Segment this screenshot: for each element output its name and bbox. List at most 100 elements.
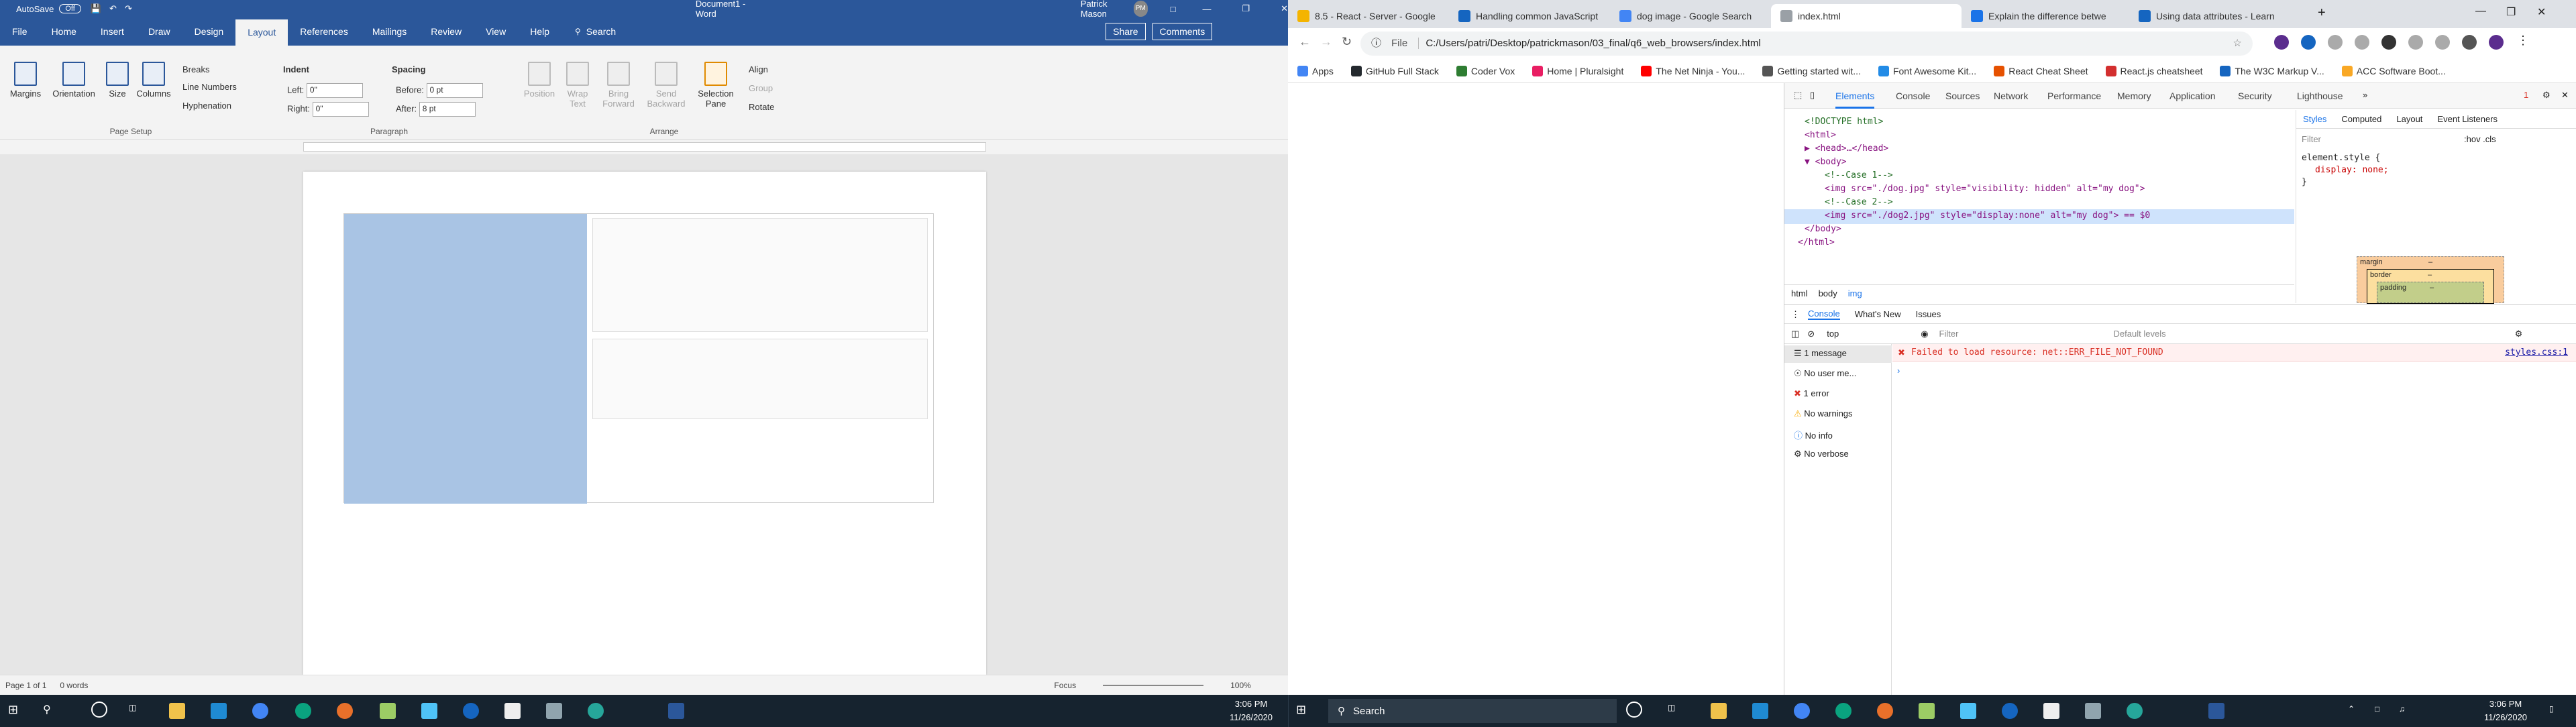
drawer-tab-whats-new[interactable]: What's New	[1855, 309, 1901, 319]
dom-node[interactable]: <!--Case 1-->	[1825, 170, 1893, 180]
dom-node[interactable]: <html>	[1805, 130, 1836, 140]
dom-node[interactable]: <img src="./dog.jpg" style="visibility: …	[1825, 184, 2145, 194]
close-icon[interactable]: ✕	[2537, 5, 2546, 19]
dom-node[interactable]: </html>	[1798, 237, 1835, 247]
browser-tab[interactable]: dog image - Google Search	[1610, 4, 1771, 28]
breadcrumb-item[interactable]: html	[1791, 288, 1808, 298]
system-clock[interactable]: 3:06 PM 11/26/2020	[1221, 697, 1281, 724]
tab-references[interactable]: References	[288, 17, 360, 46]
vscode-icon[interactable]	[1752, 703, 1768, 719]
device-toolbar-icon[interactable]: ▯	[1810, 90, 1815, 101]
cortana-icon[interactable]	[91, 702, 107, 718]
box-model-padding[interactable]: padding –	[2377, 282, 2484, 303]
app-icon[interactable]	[2085, 703, 2101, 719]
app-icon[interactable]	[504, 703, 521, 719]
dom-node[interactable]: </body>	[1805, 224, 1841, 234]
system-clock[interactable]: 3:06 PM 11/26/2020	[2475, 697, 2536, 724]
file-explorer-icon[interactable]	[1711, 703, 1727, 719]
zoom-slider[interactable]	[1103, 684, 1204, 686]
dom-node[interactable]: <!--Case 2-->	[1825, 197, 1893, 207]
indent-right-input[interactable]: 0"	[312, 102, 369, 117]
pasted-screenshot-image[interactable]	[343, 213, 934, 504]
task-view-icon[interactable]: ◫	[129, 703, 136, 712]
wrap-text-button[interactable]: Wrap Text	[561, 62, 594, 109]
task-view-icon[interactable]: ◫	[1668, 703, 1675, 712]
size-button[interactable]: Size	[103, 62, 131, 99]
save-icon[interactable]: 💾	[91, 3, 101, 14]
bookmark-item[interactable]: React Cheat Sheet	[1994, 65, 2088, 76]
profile-avatar[interactable]	[2489, 35, 2504, 50]
tab-layout[interactable]: Layout	[235, 17, 288, 46]
extension-icon[interactable]	[2355, 35, 2369, 50]
devtools-tab-console[interactable]: Console	[1896, 83, 1930, 109]
app-icon[interactable]	[337, 703, 353, 719]
dom-node-selected[interactable]: <img src="./dog2.jpg" style="display:non…	[1825, 211, 2150, 221]
extension-icon[interactable]	[2274, 35, 2289, 50]
box-model-border[interactable]: border – padding –	[2367, 269, 2494, 304]
bookmark-item[interactable]: Home | Pluralsight	[1532, 65, 1623, 76]
browser-tab[interactable]: 8.5 - React - Server - Google	[1288, 4, 1449, 28]
spacing-before-input[interactable]: 0 pt	[426, 83, 483, 98]
selection-pane-button[interactable]: Selection Pane	[692, 62, 739, 109]
ribbon-display-icon[interactable]: □	[1171, 4, 1176, 14]
bookmark-item[interactable]: Getting started wit...	[1762, 65, 1861, 76]
chrome-icon[interactable]	[1794, 703, 1810, 719]
settings-gear-icon[interactable]: ⚙	[2542, 90, 2551, 101]
chrome-icon[interactable]	[252, 703, 268, 719]
sidebar-item-errors[interactable]: ✖ 1 error	[1794, 388, 1829, 399]
group-button[interactable]: Group	[749, 83, 773, 93]
undo-icon[interactable]: ↶	[109, 3, 117, 14]
breaks-button[interactable]: Breaks	[182, 64, 209, 74]
spacing-after-input[interactable]: 8 pt	[419, 102, 476, 117]
bookmark-item[interactable]: ACC Software Boot...	[2341, 65, 2446, 76]
app-icon[interactable]	[588, 703, 604, 719]
drawer-tab-issues[interactable]: Issues	[1916, 309, 1941, 319]
drawer-menu-icon[interactable]: ⋮	[1791, 309, 1800, 320]
notifications-icon[interactable]: ▯	[2549, 704, 2554, 714]
browser-tab[interactable]: Explain the difference betwe	[1962, 4, 2129, 28]
new-tab-icon[interactable]: +	[2318, 5, 2326, 21]
minimize-icon[interactable]: —	[1202, 4, 1211, 14]
app-icon[interactable]	[421, 703, 437, 719]
inspect-icon[interactable]: ⬚	[1794, 90, 1802, 101]
app-icon[interactable]	[295, 703, 311, 719]
dom-node[interactable]: <!DOCTYPE html>	[1805, 117, 1883, 127]
cortana-icon[interactable]	[1626, 702, 1642, 718]
network-icon[interactable]: □	[2375, 704, 2379, 714]
tab-home[interactable]: Home	[40, 17, 89, 46]
position-button[interactable]: Position	[521, 62, 558, 99]
app-icon[interactable]	[380, 703, 396, 719]
hov-cls-toggle[interactable]: :hov .cls	[2464, 134, 2496, 144]
app-icon[interactable]	[1877, 703, 1893, 719]
devtools-tab-sources[interactable]: Sources	[1945, 83, 1980, 109]
console-prompt-icon[interactable]: ›	[1897, 366, 1900, 376]
devtools-tab-elements[interactable]: Elements	[1835, 83, 1875, 109]
display-none-declaration[interactable]: display: none;	[2315, 165, 2389, 175]
extension-icon[interactable]	[2381, 35, 2396, 50]
extension-icon[interactable]	[2301, 35, 2316, 50]
bookmark-item[interactable]: Coder Vox	[1456, 65, 1515, 76]
back-icon[interactable]: ←	[1299, 35, 1311, 49]
volume-icon[interactable]: ♫	[2399, 704, 2405, 714]
clear-console-icon[interactable]: ⊘	[1807, 329, 1815, 339]
info-icon[interactable]: ⓘ	[1371, 32, 1381, 56]
word-icon[interactable]	[2208, 703, 2224, 719]
bookmark-item[interactable]: React.js cheatsheet	[2105, 65, 2202, 76]
app-icon[interactable]	[463, 703, 479, 719]
windows-start-icon[interactable]: ⊞	[1296, 703, 1306, 717]
bring-forward-button[interactable]: Bring Forward	[597, 62, 640, 109]
bookmark-item[interactable]: Font Awesome Kit...	[1878, 65, 1976, 76]
sidebar-item-warnings[interactable]: ⚠ No warnings	[1794, 408, 1853, 419]
menu-dots-icon[interactable]: ⋮	[2517, 34, 2529, 48]
tab-review[interactable]: Review	[419, 17, 474, 46]
browser-tab-active[interactable]: index.html	[1771, 4, 1962, 28]
focus-button[interactable]: Focus	[1054, 681, 1076, 690]
vscode-icon[interactable]	[211, 703, 227, 719]
address-bar[interactable]: ⓘ File C:/Users/patri/Desktop/patrickmas…	[1360, 32, 2253, 56]
extension-icon[interactable]	[2435, 35, 2450, 50]
search-icon[interactable]: ⚲	[43, 703, 51, 716]
sidebar-toggle-icon[interactable]: ◫	[1791, 329, 1799, 339]
error-source-link[interactable]: styles.css:1	[2505, 347, 2568, 357]
margins-button[interactable]: Margins	[8, 62, 43, 99]
devtools-tab-performance[interactable]: Performance	[2047, 83, 2101, 109]
